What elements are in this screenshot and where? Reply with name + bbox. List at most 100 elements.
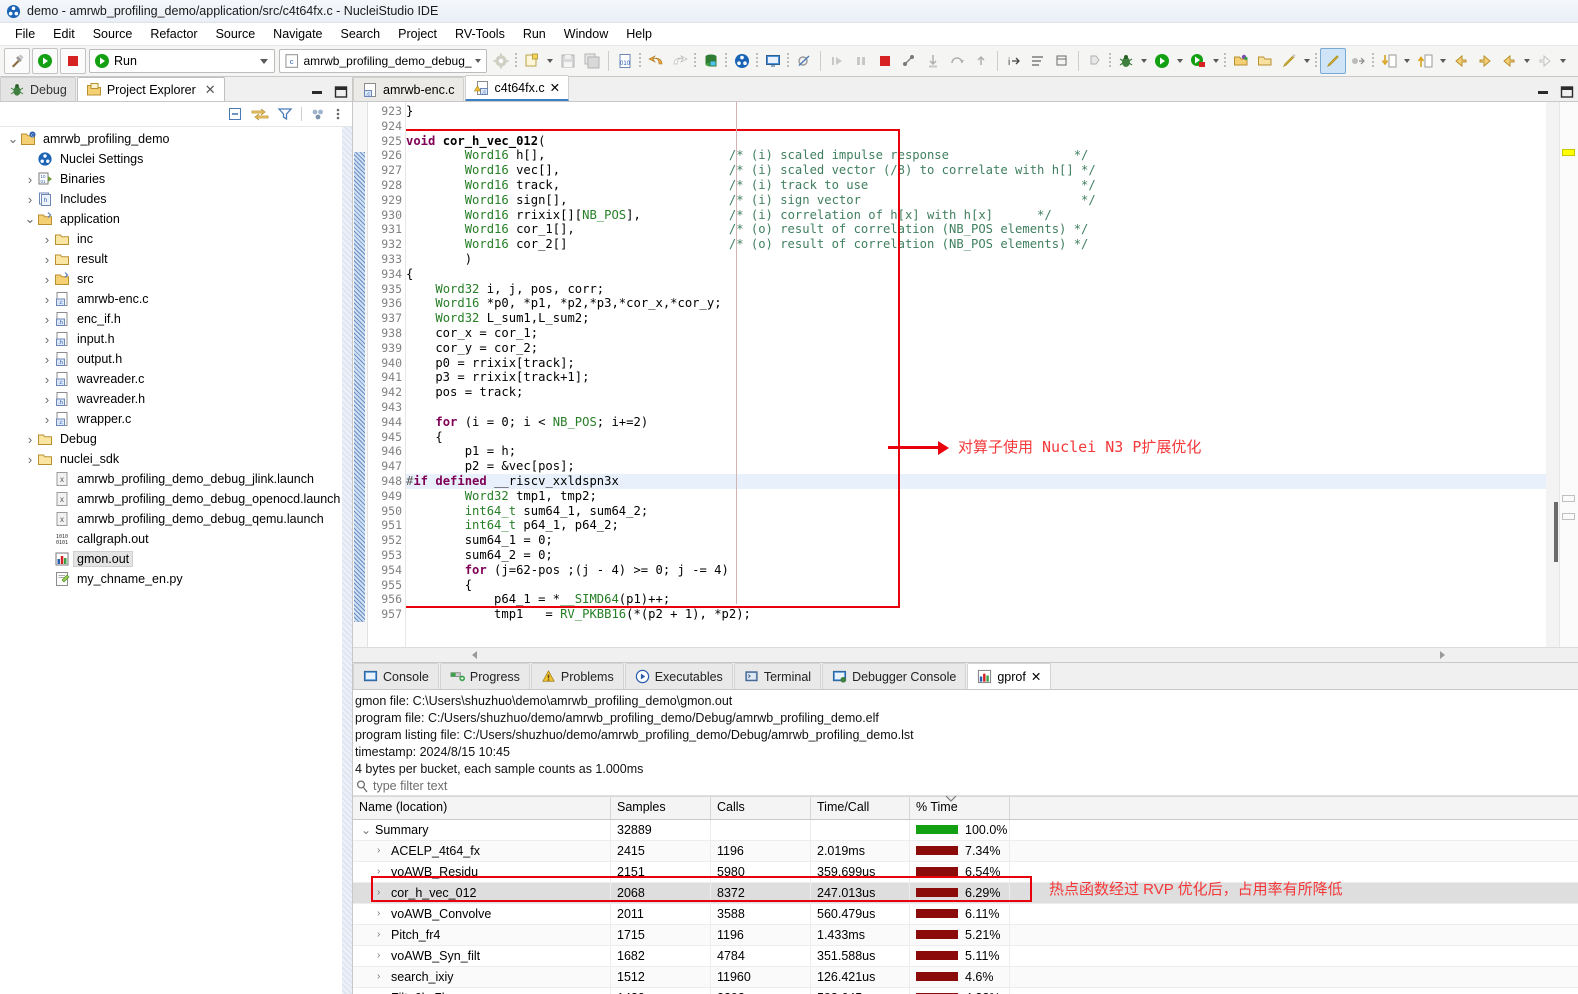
chevron-right-icon[interactable]: ›: [377, 946, 387, 966]
chevron-down-icon[interactable]: [260, 58, 268, 64]
menu-run[interactable]: Run: [514, 25, 555, 43]
code-line[interactable]: p2 = &vec[pos];: [406, 459, 1559, 474]
tree-item-result[interactable]: › result: [0, 249, 352, 269]
import-icon[interactable]: [1377, 49, 1401, 73]
undo-icon[interactable]: [644, 49, 668, 73]
column-header-calls[interactable]: Calls: [711, 796, 811, 819]
code-line[interactable]: Word16 h[], /* (i) scaled impulse respon…: [406, 148, 1559, 163]
debug-dropdown-chevron-icon[interactable]: [1141, 59, 1147, 63]
column-header-name[interactable]: Name (location): [353, 796, 611, 819]
open-declaration-icon[interactable]: [1050, 49, 1074, 73]
tree-item-amrwb-profiling-demo[interactable]: ⌄ c amrwb_profiling_demo: [0, 129, 352, 149]
coverage-icon[interactable]: [1186, 49, 1210, 73]
code-line[interactable]: p3 = rrixix[track+1];: [406, 370, 1559, 385]
table-row[interactable]: › search_ixiy 1512 11960 126.421us 4.6%: [353, 966, 1578, 988]
cell-name[interactable]: › voAWB_Convolve: [353, 903, 611, 924]
code-line[interactable]: Word16 sign[], /* (i) sign vector */: [406, 193, 1559, 208]
code-line[interactable]: Word32 L_sum1,L_sum2;: [406, 311, 1559, 326]
table-row[interactable]: › cor_h_vec_012 2068 8372 247.013us 6.29%: [353, 882, 1578, 904]
insert-icon[interactable]: i: [1002, 49, 1026, 73]
bottom-tab-terminal[interactable]: Terminal: [733, 663, 822, 689]
chevron-right-icon[interactable]: ›: [40, 272, 54, 287]
code-text-area[interactable]: } −void cor_h_vec_012( Word16 h[], /* (i)…: [406, 102, 1559, 647]
table-row[interactable]: › Pitch_fr4 1715 1196 1.433ms 5.21%: [353, 924, 1578, 946]
overview-marker[interactable]: [1562, 495, 1575, 502]
code-line[interactable]: for (i = 0; i < NB_POS; i+=2): [406, 415, 1559, 430]
toolbar-grip[interactable]: [724, 51, 729, 71]
code-line[interactable]: Word16 track, /* (i) track to use */: [406, 178, 1559, 193]
main-toolbar[interactable]: Run c amrwb_profiling_demo_debug_ 010 i: [0, 46, 1578, 77]
tree-scrollbar[interactable]: [342, 127, 352, 994]
table-row[interactable]: › voAWB_Syn_filt 1682 4784 351.588us 5.11%: [353, 945, 1578, 967]
previous-annotation-icon[interactable]: [1449, 49, 1473, 73]
chevron-right-icon[interactable]: ›: [377, 967, 387, 987]
table-row[interactable]: › voAWB_Convolve 2011 3588 560.479us 6.11%: [353, 903, 1578, 925]
tree-item-binaries[interactable]: › 10 01 Binaries: [0, 169, 352, 189]
tree-item-src[interactable]: › src: [0, 269, 352, 289]
chevron-right-icon[interactable]: ›: [377, 904, 387, 924]
table-row[interactable]: ⌄ Summary 32889 100.0%: [353, 819, 1578, 841]
gprof-filter-box[interactable]: type filter text: [353, 778, 1578, 796]
close-icon[interactable]: ✕: [205, 82, 216, 98]
suspend-icon[interactable]: [849, 49, 873, 73]
chevron-right-icon[interactable]: ›: [40, 232, 54, 247]
cell-name[interactable]: › Pitch_fr4: [353, 924, 611, 945]
code-line[interactable]: for (j=62-pos ;(j - 4) >= 0; j -= 4): [406, 563, 1559, 578]
menu-rv-tools[interactable]: RV-Tools: [446, 25, 514, 43]
link-with-editor-icon[interactable]: [251, 106, 269, 122]
tree-item-wavreader-c[interactable]: › .c wavreader.c: [0, 369, 352, 389]
collapse-all-icon[interactable]: [227, 106, 243, 122]
code-line[interactable]: Word16 vec[], /* (i) scaled vector (/8) …: [406, 163, 1559, 178]
table-row[interactable]: › voAWB_Residu 2151 5980 359.699us 6.54%: [353, 861, 1578, 883]
project-explorer-toolbar[interactable]: [0, 102, 352, 127]
editor-tab-c4t64fx-c[interactable]: .c c4t64fx.c ✕: [464, 75, 570, 101]
pen-dropdown-chevron-icon[interactable]: [1304, 59, 1310, 63]
new-file-icon[interactable]: [520, 49, 544, 73]
chevron-right-icon[interactable]: ›: [23, 432, 37, 447]
stop-red-icon[interactable]: [60, 48, 86, 74]
coverage-dropdown-chevron-icon[interactable]: [1213, 59, 1219, 63]
open-resource-icon[interactable]: [1253, 49, 1277, 73]
debug-icon[interactable]: [1114, 49, 1138, 73]
bottom-tab-problems[interactable]: Problems: [530, 663, 624, 689]
instruction-stepping-icon[interactable]: [897, 49, 921, 73]
column-header-time-call[interactable]: Time/Call: [811, 796, 910, 819]
menu-refactor[interactable]: Refactor: [141, 25, 206, 43]
code-line[interactable]: }: [406, 104, 1559, 119]
menu-file[interactable]: File: [6, 25, 44, 43]
step-return-icon[interactable]: [969, 49, 993, 73]
cell-name[interactable]: › voAWB_Residu: [353, 861, 611, 882]
toolbar-grip[interactable]: [693, 51, 698, 71]
code-line[interactable]: Word16 rrixix[][NB_POS], /* (i) correlat…: [406, 208, 1559, 223]
menu-help[interactable]: Help: [617, 25, 661, 43]
filter-icon[interactable]: [277, 106, 293, 122]
code-line[interactable]: sum64_1 = 0;: [406, 533, 1559, 548]
code-line[interactable]: Word32 tmp1, tmp2;: [406, 489, 1559, 504]
run-green-icon[interactable]: [32, 48, 58, 74]
code-line[interactable]: cor_x = cor_1;: [406, 326, 1559, 341]
bottom-tab-progress[interactable]: Progress: [439, 663, 530, 689]
overview-marker[interactable]: [1562, 513, 1575, 520]
chevron-right-icon[interactable]: ›: [377, 862, 387, 882]
gprof-table[interactable]: Name (location) Samples Calls Time/Call …: [353, 795, 1578, 994]
export-dropdown-chevron-icon[interactable]: [1440, 59, 1446, 63]
open-type-icon[interactable]: [1229, 49, 1253, 73]
scroll-right-icon[interactable]: [1436, 649, 1448, 661]
maximize-icon[interactable]: [1560, 86, 1574, 98]
code-line[interactable]: {: [406, 578, 1559, 593]
menu-project[interactable]: Project: [389, 25, 446, 43]
minimize-icon[interactable]: [310, 86, 324, 98]
step-over-icon[interactable]: [945, 49, 969, 73]
code-line[interactable]: int64_t p64_1, p64_2;: [406, 518, 1559, 533]
view-menu-icon[interactable]: [310, 106, 326, 122]
bottom-tab-debugger-console[interactable]: Debugger Console: [822, 663, 967, 689]
chevron-right-icon[interactable]: ›: [377, 841, 387, 861]
chevron-right-icon[interactable]: ›: [40, 392, 54, 407]
column-header-pct-time[interactable]: % Time: [910, 795, 1010, 819]
view-window-controls[interactable]: [310, 86, 348, 98]
code-line[interactable]: ): [406, 252, 1559, 267]
chevron-right-icon[interactable]: ›: [40, 372, 54, 387]
tree-item-amrwb-profiling-demo-debug-jlink-launch[interactable]: x amrwb_profiling_demo_debug_jlink.launch: [0, 469, 352, 489]
cell-name[interactable]: › ACELP_4t64_fx: [353, 840, 611, 861]
link-icon[interactable]: [1346, 49, 1370, 73]
